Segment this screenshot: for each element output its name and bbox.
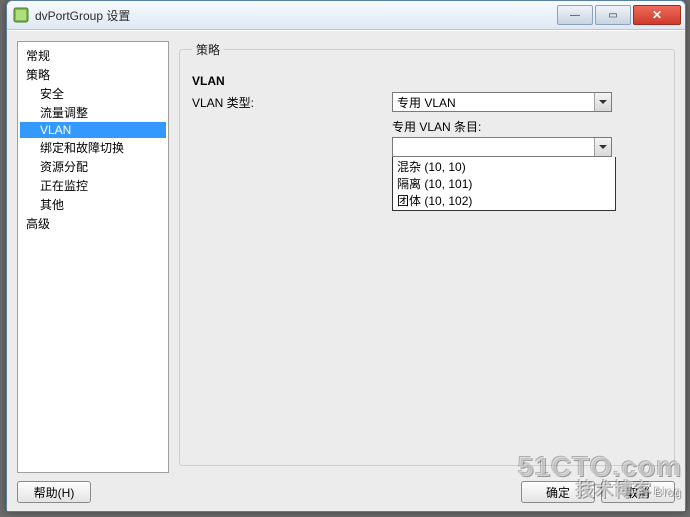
close-button[interactable]: ✕ (633, 5, 681, 25)
chevron-down-icon (594, 93, 611, 111)
pvlan-entries-label: 专用 VLAN 条目: (392, 118, 612, 135)
pvlan-select-row (192, 137, 662, 157)
pvlan-dropdown-list: 混杂 (10, 10) 隔离 (10, 101) 团体 (10, 102) (392, 157, 616, 211)
vlan-type-select[interactable]: 专用 VLAN (392, 92, 612, 112)
cancel-button[interactable]: 取消 (601, 481, 675, 503)
maximize-icon: ▭ (608, 10, 617, 21)
help-button[interactable]: 帮助(H) (17, 481, 91, 503)
tree-item-advanced[interactable]: 高级 (20, 214, 166, 233)
nav-tree: 常规 策略 安全 流量调整 VLAN 绑定和故障切换 资源分配 正在监控 其他 … (17, 41, 169, 473)
chevron-down-icon (594, 138, 611, 156)
tree-item-vlan[interactable]: VLAN (20, 122, 166, 138)
maximize-button[interactable]: ▭ (595, 5, 631, 25)
window-title: dvPortGroup 设置 (35, 7, 557, 24)
pvlan-option[interactable]: 混杂 (10, 10) (395, 158, 613, 175)
tree-item-teaming-failover[interactable]: 绑定和故障切换 (20, 138, 166, 157)
vlan-type-value: 专用 VLAN (397, 94, 456, 111)
settings-pane: 策略 VLAN VLAN 类型: 专用 VLAN 专用 VLAN 条目: (179, 41, 675, 473)
panes: 常规 策略 安全 流量调整 VLAN 绑定和故障切换 资源分配 正在监控 其他 … (17, 41, 675, 473)
minimize-icon: — (570, 10, 580, 21)
policy-legend: 策略 (192, 41, 224, 58)
minimize-button[interactable]: — (557, 5, 593, 25)
tree-item-monitoring[interactable]: 正在监控 (20, 176, 166, 195)
tree-item-misc[interactable]: 其他 (20, 195, 166, 214)
pvlan-option[interactable]: 隔离 (10, 101) (395, 175, 613, 192)
tree-item-general[interactable]: 常规 (20, 46, 166, 65)
dialog-window: dvPortGroup 设置 — ▭ ✕ 常规 策略 安全 流量调整 VLAN … (6, 0, 686, 512)
vlan-type-row: VLAN 类型: 专用 VLAN (192, 92, 662, 112)
dialog-content: 常规 策略 安全 流量调整 VLAN 绑定和故障切换 资源分配 正在监控 其他 … (7, 30, 685, 511)
vlan-type-label: VLAN 类型: (192, 94, 392, 111)
vlan-heading: VLAN (192, 74, 662, 88)
pvlan-entries-select[interactable] (392, 137, 612, 157)
dialog-footer: 帮助(H) 确定 取消 (17, 481, 675, 503)
tree-item-policy[interactable]: 策略 (20, 65, 166, 84)
tree-item-resource-allocation[interactable]: 资源分配 (20, 157, 166, 176)
policy-group: 策略 VLAN VLAN 类型: 专用 VLAN 专用 VLAN 条目: (179, 41, 675, 466)
titlebar[interactable]: dvPortGroup 设置 — ▭ ✕ (7, 1, 685, 30)
pvlan-option[interactable]: 团体 (10, 102) (395, 192, 613, 209)
close-icon: ✕ (652, 8, 662, 22)
ok-button[interactable]: 确定 (521, 481, 595, 503)
app-icon (13, 7, 29, 23)
tree-item-traffic-shaping[interactable]: 流量调整 (20, 103, 166, 122)
tree-item-security[interactable]: 安全 (20, 84, 166, 103)
window-controls: — ▭ ✕ (557, 5, 681, 25)
